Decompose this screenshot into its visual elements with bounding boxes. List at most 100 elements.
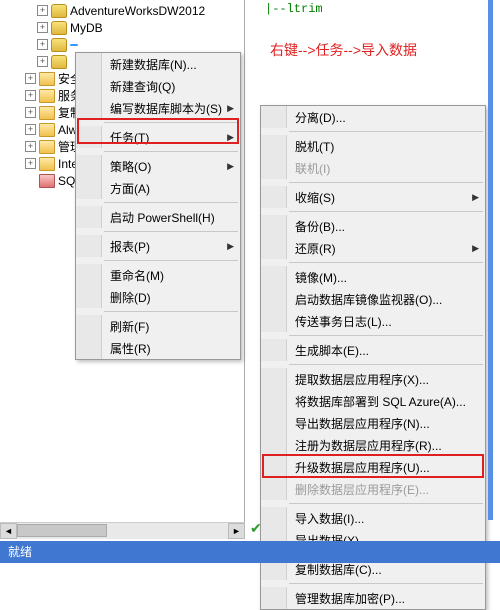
menu-separator	[289, 335, 483, 336]
menu-separator	[289, 211, 483, 212]
menu-item-label: 镜像(M)...	[287, 269, 467, 286]
menu-icon-column	[261, 310, 287, 332]
expand-icon[interactable]: +	[25, 107, 36, 118]
menu-item[interactable]: 提取数据层应用程序(X)...	[261, 368, 485, 390]
menu-item[interactable]: 任务(T)▶	[76, 126, 240, 148]
expand-icon[interactable]: +	[37, 5, 48, 16]
menu-item[interactable]: 新建查询(Q)	[76, 75, 240, 97]
menu-icon-column	[261, 412, 287, 434]
menu-item[interactable]: 注册为数据层应用程序(R)...	[261, 434, 485, 456]
menu-item[interactable]: 收缩(S)▶	[261, 186, 485, 208]
menu-item[interactable]: 管理数据库加密(P)...	[261, 587, 485, 609]
folder-icon	[39, 72, 55, 86]
menu-separator	[289, 583, 483, 584]
menu-icon-column	[261, 106, 287, 128]
menu-item-label: 联机(I)	[287, 160, 467, 177]
status-bar: 就绪	[0, 541, 500, 563]
tree-label: MyDB	[70, 21, 103, 35]
menu-item-label: 任务(T)	[102, 129, 222, 146]
menu-item[interactable]: 属性(R)	[76, 337, 240, 359]
menu-item[interactable]: 报表(P)▶	[76, 235, 240, 257]
expand-icon[interactable]: +	[25, 141, 36, 152]
menu-separator	[289, 131, 483, 132]
menu-item-label: 新建数据库(N)...	[102, 56, 222, 73]
menu-separator	[104, 122, 238, 123]
submenu-arrow-icon: ▶	[227, 103, 234, 114]
menu-item[interactable]: 刷新(F)	[76, 315, 240, 337]
scroll-left-button[interactable]: ◄	[0, 523, 17, 539]
menu-item-label: 传送事务日志(L)...	[287, 313, 467, 330]
database-icon	[51, 38, 67, 52]
scroll-right-button[interactable]: ►	[228, 523, 245, 539]
menu-item-label: 刷新(F)	[102, 318, 222, 335]
expand-icon[interactable]: +	[25, 90, 36, 101]
menu-item-label: 方面(A)	[102, 180, 222, 197]
status-text: 就绪	[8, 545, 32, 559]
folder-icon	[39, 140, 55, 154]
menu-item: 联机(I)	[261, 157, 485, 179]
expand-icon[interactable]: +	[37, 39, 48, 50]
menu-icon-column	[76, 235, 102, 257]
menu-item-label: 编写数据库脚本为(S)	[102, 100, 222, 117]
check-icon: ✔	[250, 520, 262, 537]
menu-item-label: 重命名(M)	[102, 267, 222, 284]
menu-item-label: 脱机(T)	[287, 138, 467, 155]
menu-icon-column	[76, 337, 102, 359]
menu-icon-column	[261, 434, 287, 456]
menu-item[interactable]: 导出数据层应用程序(N)...	[261, 412, 485, 434]
menu-icon-column	[261, 186, 287, 208]
menu-icon-column	[76, 315, 102, 337]
menu-item[interactable]: 备份(B)...	[261, 215, 485, 237]
menu-icon-column	[261, 456, 287, 478]
menu-icon-column	[261, 135, 287, 157]
menu-item[interactable]: 新建数据库(N)...	[76, 53, 240, 75]
menu-item-label: 还原(R)	[287, 240, 467, 257]
menu-item[interactable]: 升级数据层应用程序(U)...	[261, 456, 485, 478]
menu-item[interactable]: 删除(D)	[76, 286, 240, 308]
expand-icon[interactable]: +	[25, 124, 36, 135]
menu-item[interactable]: 编写数据库脚本为(S) ▶	[76, 97, 240, 119]
tree-label: AdventureWorksDW2012	[70, 4, 205, 18]
menu-icon-column	[261, 339, 287, 361]
menu-item[interactable]: 传送事务日志(L)...	[261, 310, 485, 332]
submenu-arrow-icon: ▶	[472, 243, 479, 254]
expand-icon[interactable]: +	[25, 158, 36, 169]
menu-separator	[104, 231, 238, 232]
menu-item-label: 分离(D)...	[287, 109, 467, 126]
menu-item[interactable]: 还原(R) ▶	[261, 237, 485, 259]
menu-icon-column	[261, 157, 287, 179]
menu-item-label: 升级数据层应用程序(U)...	[287, 459, 467, 476]
menu-icon-column	[261, 215, 287, 237]
menu-icon-column	[76, 286, 102, 308]
menu-item[interactable]: 镜像(M)...	[261, 266, 485, 288]
menu-item-label: 将数据库部署到 SQL Azure(A)...	[287, 393, 467, 410]
menu-icon-column	[261, 507, 287, 529]
expand-icon[interactable]: +	[37, 56, 48, 67]
scroll-thumb[interactable]	[17, 524, 107, 537]
vertical-scrollbar[interactable]	[488, 0, 493, 520]
menu-icon-column	[261, 587, 287, 609]
menu-item[interactable]: 将数据库部署到 SQL Azure(A)...	[261, 390, 485, 412]
scroll-track[interactable]	[17, 523, 228, 539]
menu-item[interactable]: 脱机(T)	[261, 135, 485, 157]
submenu-arrow-icon: ▶	[227, 161, 234, 172]
expand-icon[interactable]: +	[25, 73, 36, 84]
tree-node[interactable]: + MyDB	[0, 19, 244, 36]
horizontal-scrollbar[interactable]: ◄ ►	[0, 522, 245, 539]
menu-item[interactable]: 方面(A)	[76, 177, 240, 199]
menu-item[interactable]: 分离(D)...	[261, 106, 485, 128]
tree-node[interactable]: + AdventureWorksDW2012	[0, 2, 244, 19]
menu-item[interactable]: 导入数据(I)...	[261, 507, 485, 529]
menu-item[interactable]: 策略(O)▶	[76, 155, 240, 177]
menu-item[interactable]: 生成脚本(E)...	[261, 339, 485, 361]
menu-separator	[289, 182, 483, 183]
menu-item[interactable]: 启动 PowerShell(H)	[76, 206, 240, 228]
menu-item-label: 属性(R)	[102, 340, 222, 357]
tree-node-selected[interactable]: +	[0, 36, 244, 53]
menu-item[interactable]: 启动数据库镜像监视器(O)...	[261, 288, 485, 310]
menu-item[interactable]: 重命名(M)	[76, 264, 240, 286]
menu-icon-column	[76, 206, 102, 228]
menu-item-label: 注册为数据层应用程序(R)...	[287, 437, 467, 454]
folder-icon	[39, 89, 55, 103]
expand-icon[interactable]: +	[37, 22, 48, 33]
